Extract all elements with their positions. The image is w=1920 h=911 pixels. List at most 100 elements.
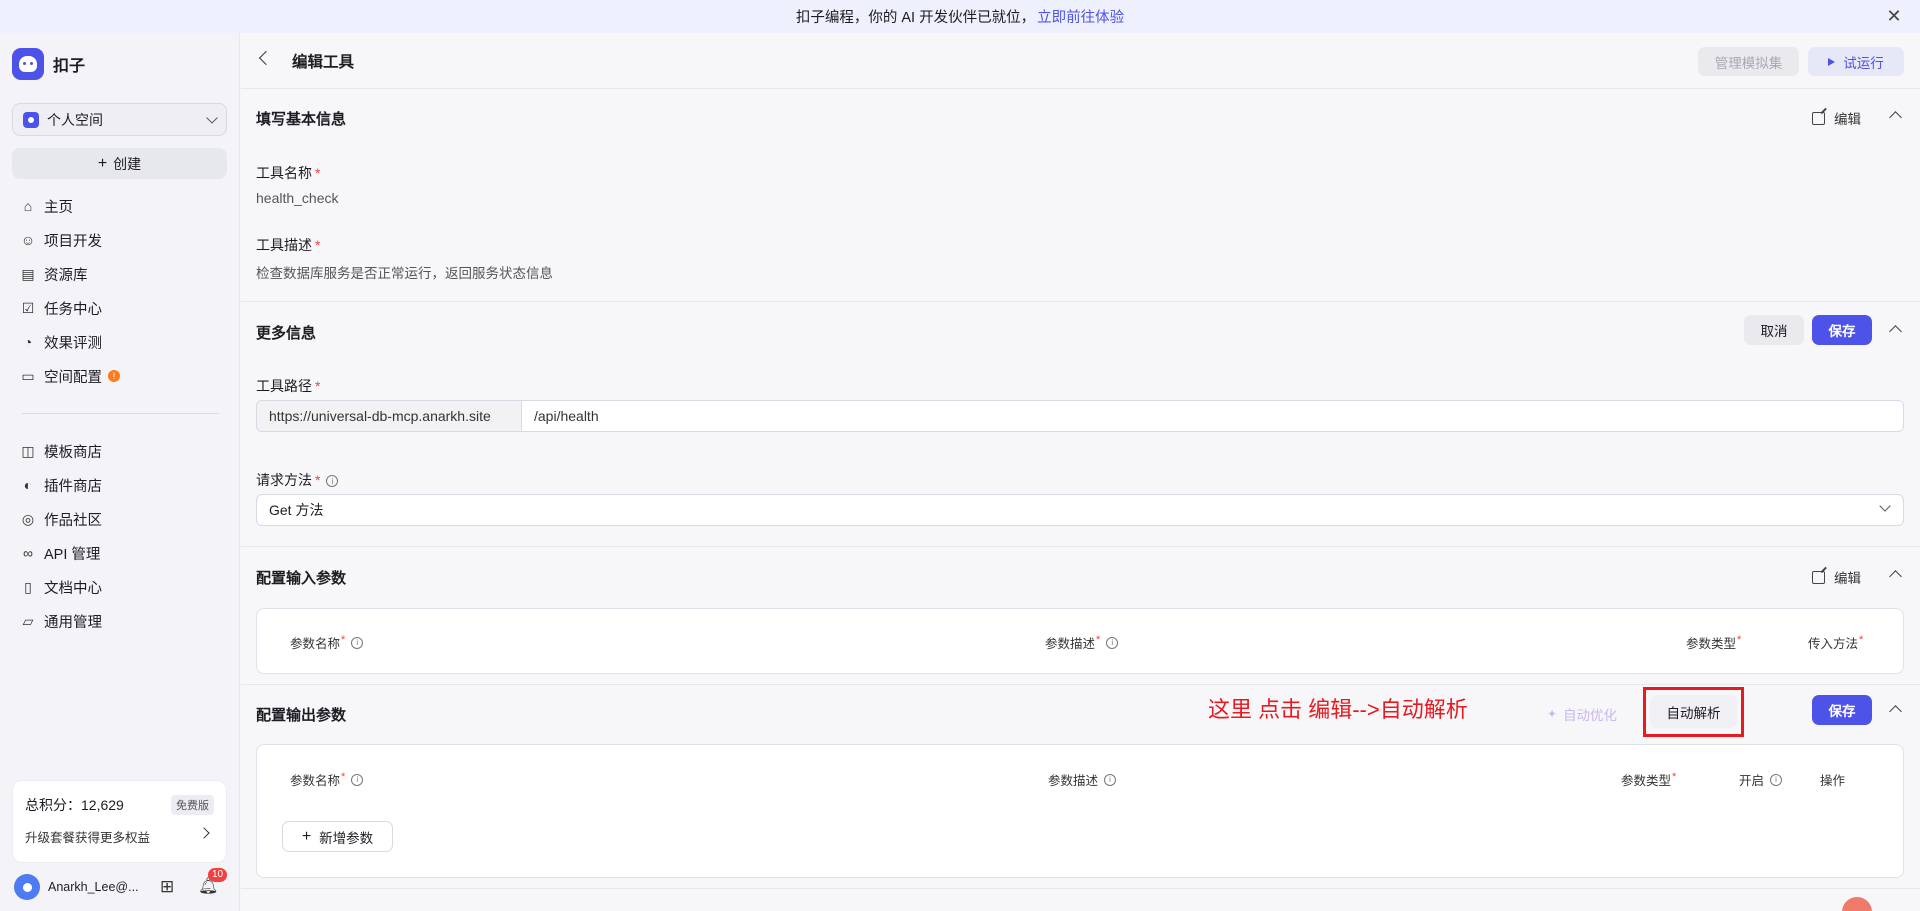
more-info-save-button[interactable]: 保存 [1812,315,1872,345]
sidebar-item-general[interactable]: ▱ 通用管理 [12,604,227,638]
close-icon[interactable]: ✕ [1884,6,1904,26]
play-icon [1828,57,1836,66]
column-header: 参数类型 * [1621,770,1677,789]
info-icon: i [1104,773,1117,786]
create-label: 创建 [113,155,142,172]
chevron-up-icon[interactable] [1889,705,1902,718]
banner-link[interactable]: 立即前往体验 [1037,6,1124,27]
basic-info-edit-button[interactable]: 编辑 [1812,108,1861,128]
nav-secondary: ◫ 模板商店 ◐ 插件商店 ◎ 作品社区 ∞ API 管理 ▯ 文档中心 ▱ 通… [12,434,227,638]
manage-mock-button[interactable]: 管理模拟集 [1698,47,1799,76]
doc-icon: ▯ [24,578,32,595]
auto-optimize-button[interactable]: ✦ 自动优化 [1547,704,1617,724]
bell-icon[interactable]: 🔔︎ 10 [198,868,228,896]
sidebar-item-plugins[interactable]: ◐ 插件商店 [12,468,227,502]
sidebar-item-space-config[interactable]: ▭ 空间配置 ! [12,359,227,393]
space-avatar-icon [23,111,39,128]
sidebar-item-projects[interactable]: ☺ 项目开发 [12,223,227,257]
space-selector[interactable]: 个人空间 [12,103,227,136]
add-param-button[interactable]: + 新增参数 [282,821,393,852]
more-info-cancel-button[interactable]: 取消 [1744,315,1804,345]
template-icon: ◫ [21,442,35,459]
input-params-edit-button[interactable]: 编辑 [1812,567,1861,587]
url-path[interactable]: /api/health [522,401,599,431]
sidebar-item-tasks[interactable]: ☑ 任务中心 [12,291,227,325]
column-header: 传入方法 * [1808,633,1864,652]
tool-path-label: 工具路径 * [256,378,321,394]
home-icon: ⌂ [23,198,33,214]
info-icon: i [1106,636,1119,649]
user-name[interactable]: Anarkh_Lee@... [48,880,148,894]
sidebar-item-evaluation[interactable]: ◔ 效果评测 [12,325,227,359]
qr-code-icon[interactable]: ⊞ [160,878,178,896]
banner-text: 扣子编程，你的 AI 开发伙伴已就位， [795,10,1036,26]
planet-icon: ◎ [21,510,35,527]
sidebar-item-label: 通用管理 [44,614,102,631]
space-label: 个人空间 [47,111,103,128]
test-run-label: 试运行 [1843,55,1884,71]
column-header: 参数描述 * i [1045,633,1119,652]
page-title: 编辑工具 [292,54,355,71]
request-method-select[interactable]: Get 方法 [256,494,1904,526]
edit-label: 编辑 [1834,571,1861,586]
section-divider [241,684,1920,685]
page-header: 编辑工具 管理模拟集 试运行 [241,33,1920,89]
tool-desc-value: 检查数据库服务是否正常运行，返回服务状态信息 [256,266,553,281]
sidebar-item-label: 效果评测 [44,335,102,352]
sidebar-item-docs[interactable]: ▯ 文档中心 [12,570,227,604]
section-input-params-title: 配置输入参数 [256,570,347,587]
chevron-up-icon[interactable] [1889,325,1902,338]
score-total: 总积分：12,629 [25,797,124,813]
section-output-params-title: 配置输出参数 [256,707,347,724]
column-header: 操作 [1820,774,1846,788]
edit-icon [1812,570,1825,584]
sidebar-item-templates[interactable]: ◫ 模板商店 [12,434,227,468]
sidebar: 扣子 个人空间 + 创建 ⌂ 主页 ☺ 项目开发 ▤ 资源库 ☑ 任务中心 ◔ … [0,33,240,911]
tool-path-input[interactable]: https://universal-db-mcp.anarkh.site /ap… [256,400,1904,432]
section-divider [241,888,1920,889]
chevron-down-icon [206,111,218,124]
info-icon: i [1770,773,1783,786]
create-button[interactable]: + 创建 [12,148,227,179]
sidebar-item-library[interactable]: ▤ 资源库 [12,257,227,291]
chevron-up-icon[interactable] [1889,570,1902,583]
annotation-highlight-box [1643,687,1744,737]
chevron-down-icon [1879,500,1891,512]
edit-icon [1812,111,1825,125]
sidebar-item-home[interactable]: ⌂ 主页 [12,189,227,223]
top-banner: 扣子编程，你的 AI 开发伙伴已就位， 立即前往体验 ✕ [0,0,1920,33]
sidebar-item-community[interactable]: ◎ 作品社区 [12,502,227,536]
column-header: 参数名称 * i [290,633,364,652]
sidebar-item-label: 空间配置 [44,369,102,386]
gauge-icon: ◔ [23,334,33,350]
sidebar-item-api[interactable]: ∞ API 管理 [12,536,227,570]
request-method-value: Get 方法 [269,502,324,518]
sidebar-item-label: 任务中心 [44,301,102,318]
sidebar-item-label: 文档中心 [44,580,102,597]
sidebar-divider [22,413,219,414]
back-icon[interactable] [258,50,274,66]
inbox-icon: ▱ [22,612,34,629]
sidebar-item-label: 模板商店 [44,444,102,461]
annotation-text: 这里 点击 编辑-->自动解析 [1208,697,1468,722]
score-card[interactable]: 总积分：12,629 免费版 升级套餐获得更多权益 [12,780,227,863]
info-icon: i [326,475,339,488]
chevron-up-icon[interactable] [1889,111,1902,124]
plus-icon: + [301,827,312,845]
sidebar-item-label: 项目开发 [44,233,102,250]
request-method-label: 请求方法 * i [256,470,339,490]
notification-count: 10 [208,868,228,882]
library-icon: ▤ [21,265,35,282]
tool-desc-label: 工具描述 * [256,237,321,253]
tool-name-value: health_check [256,190,339,206]
logo-icon [12,48,44,80]
sidebar-item-label: 作品社区 [44,512,102,529]
test-run-button[interactable]: 试运行 [1808,47,1904,76]
link-icon: ∞ [23,545,33,561]
output-params-save-button[interactable]: 保存 [1812,695,1872,725]
sidebar-item-label: 插件商店 [44,478,102,495]
avatar[interactable] [14,874,40,900]
sparkle-icon: ✦ [1547,707,1558,721]
brand[interactable]: 扣子 [12,48,85,80]
section-divider [241,546,1920,547]
